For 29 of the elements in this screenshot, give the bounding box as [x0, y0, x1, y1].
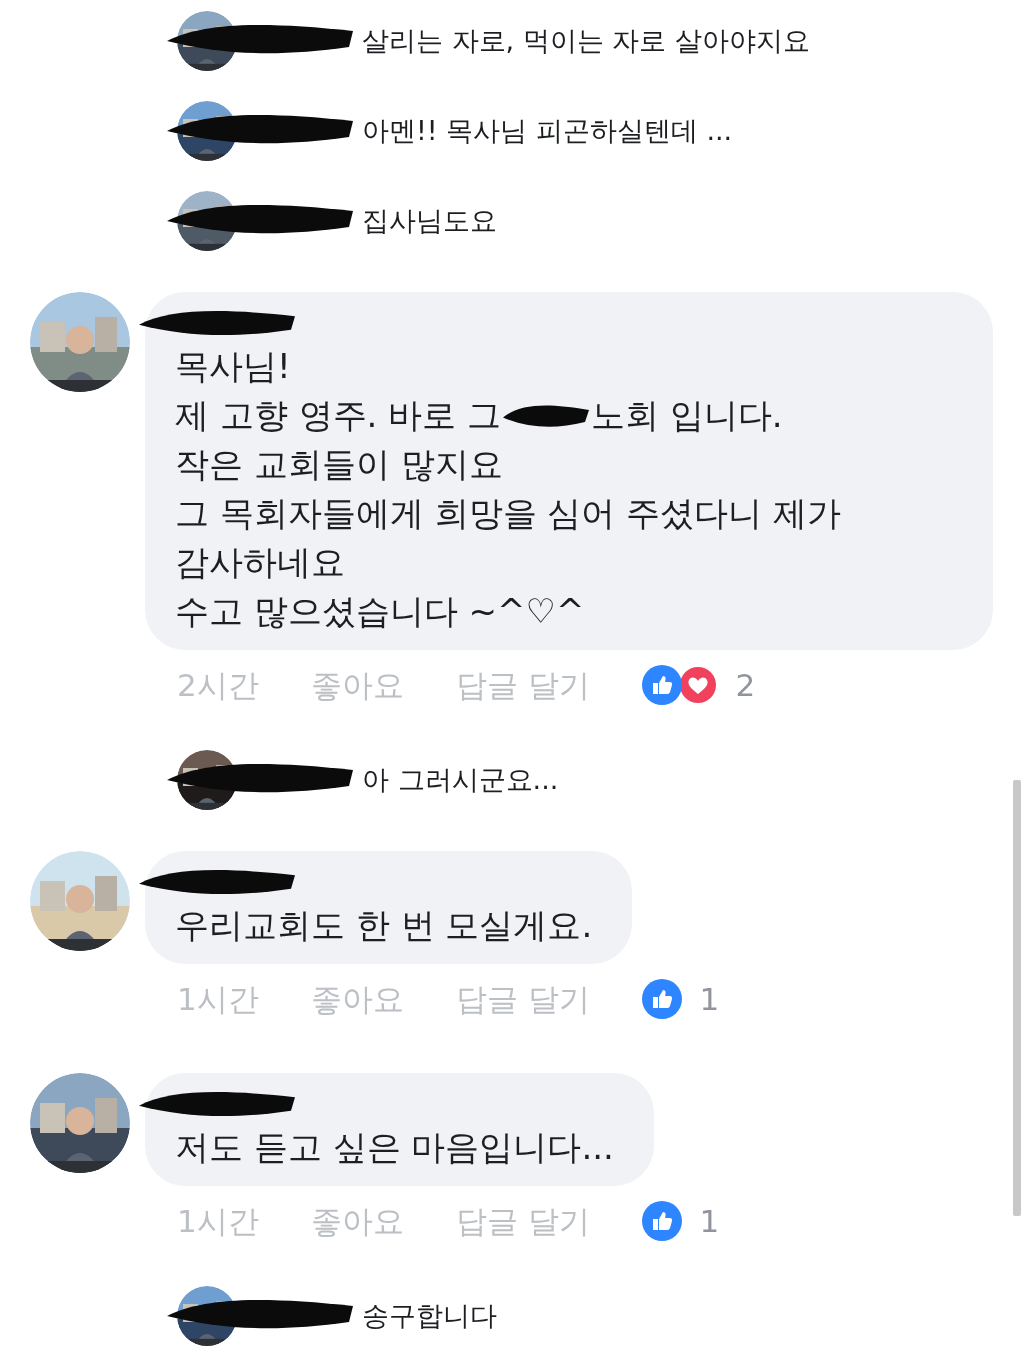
comment-text: 노회 입니다. [591, 394, 783, 437]
reply-text: 아 그러시군요... [362, 762, 559, 797]
comment-text: 제 고향 영주. 바로 그 [175, 394, 502, 437]
scrollbar[interactable] [1013, 780, 1021, 1216]
reply-link[interactable]: 답글 달기 [455, 1197, 590, 1245]
like-icon [641, 1201, 682, 1241]
comment-text: 작은 교회들이 많지요 [175, 443, 503, 486]
like-icon [641, 979, 682, 1019]
reaction-count[interactable]: 1 [699, 1197, 720, 1245]
reply-link[interactable]: 답글 달기 [455, 661, 590, 709]
reaction-count[interactable]: 1 [699, 975, 720, 1023]
like-link[interactable]: 좋아요 [310, 975, 404, 1023]
timestamp: 1시간 [177, 979, 259, 1019]
reply-text: 살리는 자로, 먹이는 자로 살아야지요 [362, 23, 810, 58]
comment-text: 저도 듣고 싶은 마음입니다... [175, 1126, 614, 1169]
reaction-count[interactable]: 2 [735, 661, 756, 709]
comment-text: 그 목회자들에게 희망을 심어 주셨다니 제가 감사하네요 [175, 492, 843, 584]
like-icon [641, 665, 682, 705]
reply-text: 아멘!! 목사님 피곤하실텐데 ... [362, 113, 733, 148]
reply-link[interactable]: 답글 달기 [455, 975, 590, 1023]
timestamp: 1시간 [177, 1201, 259, 1241]
comment-text: 우리교회도 한 번 모실게요. [175, 904, 593, 947]
comment-text: 수고 많으셨습니다 ~^♡^ [175, 590, 585, 633]
like-link[interactable]: 좋아요 [310, 1197, 404, 1245]
timestamp: 2시간 [177, 665, 259, 705]
comment-text: 목사님! [175, 345, 291, 388]
like-link[interactable]: 좋아요 [310, 661, 404, 709]
reply-text: 송구합니다 [362, 1298, 497, 1333]
reply-text: 집사님도요 [362, 203, 497, 238]
